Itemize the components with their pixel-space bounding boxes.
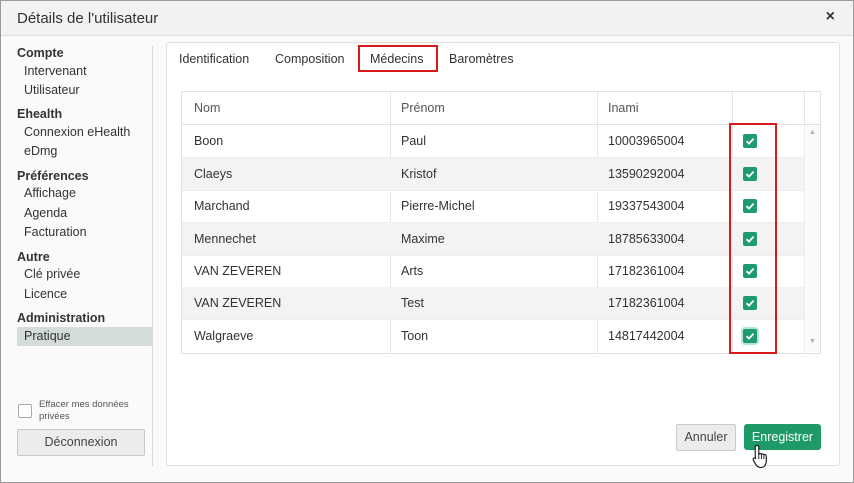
close-icon[interactable]: ×	[826, 8, 835, 26]
table-row[interactable]: Claeys Kristof 13590292004	[182, 158, 804, 191]
hand-cursor-icon	[752, 444, 767, 469]
dialog-titlebar: Détails de l'utilisateur ×	[1, 1, 853, 36]
cell-nom: VAN ZEVEREN	[194, 296, 282, 310]
cell-prenom: Test	[401, 296, 424, 310]
sidebar-item-facturation[interactable]: Facturation	[24, 225, 87, 239]
table-row[interactable]: Mennechet Maxime 18785633004	[182, 223, 804, 256]
table-row[interactable]: VAN ZEVEREN Arts 17182361004	[182, 255, 804, 288]
clear-data-checkbox[interactable]	[18, 404, 32, 418]
sidebar-item-pratique[interactable]: Pratique	[24, 329, 71, 343]
cell-prenom: Pierre-Michel	[401, 199, 475, 213]
tab-composition[interactable]: Composition	[275, 52, 344, 66]
cell-inami: 17182361004	[608, 296, 685, 310]
sidebar-divider	[152, 46, 153, 466]
cell-nom: Marchand	[194, 199, 250, 213]
sidebar-item-connexion-ehealth[interactable]: Connexion eHealth	[24, 125, 130, 139]
cell-nom: Mennechet	[194, 232, 256, 246]
sidebar: Compte Intervenant Utilisateur Ehealth C…	[1, 36, 153, 481]
table-row[interactable]: Walgraeve Toon 14817442004	[182, 320, 804, 352]
table-scrollbar[interactable]: ▲ ▼	[804, 125, 820, 352]
column-header-inami[interactable]: Inami	[608, 101, 639, 115]
cell-prenom: Paul	[401, 134, 427, 148]
column-header-nom[interactable]: Nom	[194, 101, 220, 115]
cell-inami: 14817442004	[608, 329, 685, 343]
sidebar-group-ehealth: Ehealth	[17, 107, 63, 121]
checkbox-column-highlight-annotation	[729, 123, 777, 354]
cell-inami: 10003965004	[608, 134, 685, 148]
logout-button[interactable]: Déconnexion	[17, 429, 145, 456]
sidebar-group-preferences: Préférences	[17, 169, 89, 183]
cell-prenom: Arts	[401, 264, 424, 278]
dialog-title: Détails de l'utilisateur	[17, 10, 159, 27]
cell-nom: Claeys	[194, 167, 233, 181]
doctors-table: Nom Prénom Inami Boon Paul 10003965004 C…	[181, 91, 821, 354]
table-header: Nom Prénom Inami	[182, 92, 820, 125]
sidebar-group-administration: Administration	[17, 311, 106, 325]
clear-data-label: Effacer mes données privées	[39, 399, 129, 422]
cell-nom: Walgraeve	[194, 329, 254, 343]
sidebar-item-cle-privee[interactable]: Clé privée	[24, 267, 80, 281]
table-row[interactable]: VAN ZEVEREN Test 17182361004	[182, 287, 804, 320]
cell-prenom: Maxime	[401, 232, 445, 246]
tab-highlight-annotation	[358, 45, 438, 72]
column-header-prenom[interactable]: Prénom	[401, 101, 445, 115]
cell-inami: 18785633004	[608, 232, 685, 246]
tab-barometres[interactable]: Baromètres	[449, 52, 514, 66]
scroll-up-icon[interactable]: ▲	[809, 129, 816, 136]
sidebar-item-affichage[interactable]: Affichage	[24, 186, 76, 200]
tab-identification[interactable]: Identification	[179, 52, 249, 66]
sidebar-group-compte: Compte	[17, 46, 64, 60]
cell-nom: VAN ZEVEREN	[194, 264, 282, 278]
cell-inami: 13590292004	[608, 167, 685, 181]
scroll-down-icon[interactable]: ▼	[809, 338, 816, 345]
cancel-button[interactable]: Annuler	[676, 424, 736, 451]
table-row[interactable]: Marchand Pierre-Michel 19337543004	[182, 190, 804, 223]
cell-nom: Boon	[194, 134, 224, 148]
sidebar-item-licence[interactable]: Licence	[24, 287, 67, 301]
sidebar-group-autre: Autre	[17, 250, 50, 264]
cell-inami: 17182361004	[608, 264, 685, 278]
sidebar-item-edmg[interactable]: eDmg	[24, 144, 57, 158]
sidebar-item-agenda[interactable]: Agenda	[24, 206, 67, 220]
table-row[interactable]: Boon Paul 10003965004	[182, 125, 804, 158]
sidebar-item-utilisateur[interactable]: Utilisateur	[24, 83, 80, 97]
cell-inami: 19337543004	[608, 199, 685, 213]
sidebar-item-intervenant[interactable]: Intervenant	[24, 64, 87, 78]
cell-prenom: Toon	[401, 329, 429, 343]
cell-prenom: Kristof	[401, 167, 437, 181]
